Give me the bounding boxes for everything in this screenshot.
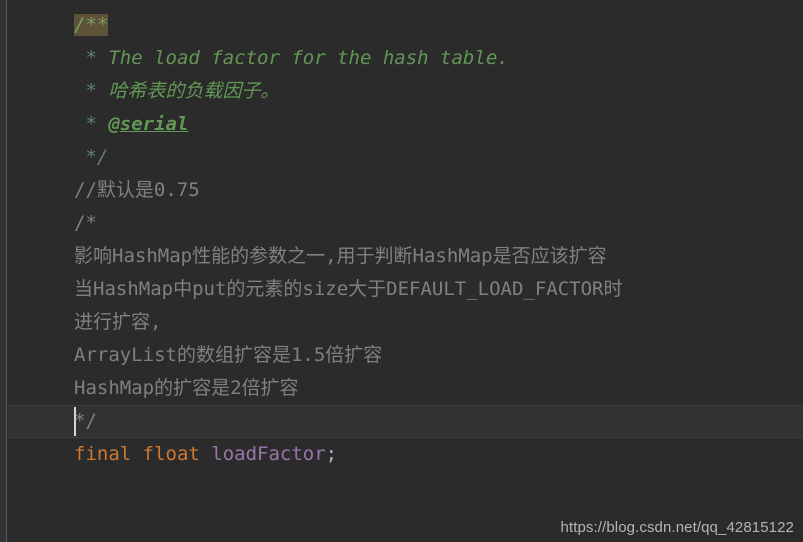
code-text-area[interactable]: /** * The load factor for the hash table… [7, 0, 803, 542]
code-token-comment: 进行扩容, [74, 311, 162, 333]
code-line[interactable]: */ [7, 141, 803, 174]
code-token-comment: 影响HashMap性能的参数之一,用于判断HashMap是否应该扩容 [74, 245, 607, 267]
code-line[interactable]: ArrayList的数组扩容是1.5倍扩容 [7, 339, 803, 372]
code-token-field: loadFactor [211, 443, 326, 465]
code-token-comment: /* [74, 212, 97, 234]
code-line[interactable]: final float loadFactor; [7, 438, 803, 471]
code-token-comment: //默认是0.75 [74, 179, 200, 201]
code-line[interactable]: * 哈希表的负载因子。 [7, 75, 803, 108]
text-caret [74, 407, 76, 436]
code-token-doc-star: * [74, 80, 109, 102]
code-line[interactable]: */ [7, 405, 803, 438]
code-line[interactable]: 影响HashMap性能的参数之一,用于判断HashMap是否应该扩容 [7, 240, 803, 273]
code-token-doc-tag: @serial [108, 113, 189, 135]
code-line[interactable]: //默认是0.75 [7, 174, 803, 207]
code-line[interactable]: 当HashMap中put的元素的size大于DEFAULT_LOAD_FACTO… [7, 273, 803, 306]
code-token-doc: 哈希表的负载因子。 [108, 80, 280, 102]
code-line[interactable]: /** [7, 9, 803, 42]
code-token-comment: ArrayList的数组扩容是1.5倍扩容 [74, 344, 383, 366]
code-token-plain: ; [325, 443, 338, 465]
code-token-comment: 当HashMap中put的元素的size大于DEFAULT_LOAD_FACTO… [74, 278, 623, 300]
code-line[interactable]: HashMap的扩容是2倍扩容 [7, 372, 803, 405]
watermark-url: https://blog.csdn.net/qq_42815122 [560, 519, 794, 536]
code-token-doc-star: * [74, 113, 109, 135]
code-token-doc-hl: /** [74, 14, 109, 36]
code-line[interactable]: 进行扩容, [7, 306, 803, 339]
code-token-keyword: final float [74, 443, 212, 465]
code-token-comment: */ [74, 410, 97, 432]
code-line[interactable]: * @serial [7, 108, 803, 141]
code-token-doc-star: */ [74, 146, 109, 168]
code-editor-window: /** * The load factor for the hash table… [0, 0, 803, 542]
code-token-doc: The load factor for the hash table. [108, 47, 509, 69]
code-line[interactable]: /* [7, 207, 803, 240]
code-token-doc-star: * [74, 47, 109, 69]
code-token-comment: HashMap的扩容是2倍扩容 [74, 377, 299, 399]
code-line[interactable]: * The load factor for the hash table. [7, 42, 803, 75]
